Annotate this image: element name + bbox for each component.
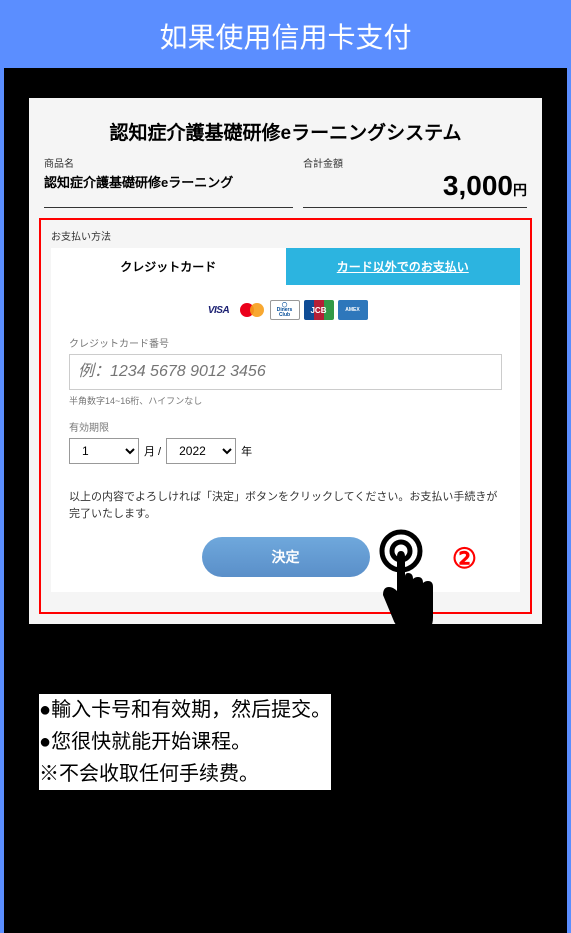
expiry-section: 有効期限 1 月 / 2022 年 bbox=[69, 419, 502, 464]
card-number-input[interactable] bbox=[69, 354, 502, 390]
summary-row: 商品名 認知症介護基礎研修eラーニング 合計金額 3,000円 bbox=[39, 155, 532, 208]
instruction-line-3: ※不会收取任何手续费。 bbox=[39, 758, 331, 790]
instruction-line-1: ●輸入卡号和有效期，然后提交。 bbox=[39, 694, 331, 726]
amex-icon: AMEX bbox=[338, 300, 368, 320]
instruction-text: ●輸入卡号和有效期，然后提交。 ●您很快就能开始课程。 ※不会收取任何手续费。 bbox=[39, 694, 331, 790]
card-number-label: クレジットカード番号 bbox=[69, 335, 502, 350]
confirm-instruction: 以上の内容でよろしければ「決定」ボタンをクリックしてください。お支払い手続きが完… bbox=[69, 489, 502, 522]
step-number-badge: ② bbox=[452, 542, 477, 575]
product-label: 商品名 bbox=[44, 155, 293, 170]
total-price: 3,000円 bbox=[303, 170, 527, 202]
tab-other-payment[interactable]: カード以外でのお支払い bbox=[286, 248, 521, 285]
product-column: 商品名 認知症介護基礎研修eラーニング bbox=[44, 155, 293, 208]
expiry-month-select[interactable]: 1 bbox=[69, 438, 139, 464]
expiry-year-select[interactable]: 2022 bbox=[166, 438, 236, 464]
month-suffix: 月 / bbox=[144, 443, 161, 459]
card-brand-logos: VISA ◯Diners Club JCB AMEX bbox=[69, 300, 502, 320]
payment-method-box: お支払い方法 クレジットカード カード以外でのお支払い VISA ◯Diners… bbox=[39, 218, 532, 614]
payment-screenshot: 認知症介護基礎研修eラーニングシステム 商品名 認知症介護基礎研修eラーニング … bbox=[29, 98, 542, 624]
content-area: 認知症介護基礎研修eラーニングシステム 商品名 認知症介護基礎研修eラーニング … bbox=[4, 68, 567, 933]
credit-card-form: VISA ◯Diners Club JCB AMEX クレジットカード番号 半角… bbox=[51, 285, 520, 592]
price-unit: 円 bbox=[513, 182, 527, 198]
payment-tabs: クレジットカード カード以外でのお支払い bbox=[51, 248, 520, 285]
mastercard-icon bbox=[238, 301, 266, 319]
total-column: 合計金額 3,000円 bbox=[303, 155, 527, 208]
page-title: 認知症介護基礎研修eラーニングシステム bbox=[39, 108, 532, 155]
diners-icon: ◯Diners Club bbox=[270, 300, 300, 320]
price-number: 3,000 bbox=[443, 170, 513, 201]
tab-credit-card[interactable]: クレジットカード bbox=[51, 248, 286, 285]
payment-method-label: お支払い方法 bbox=[51, 228, 520, 243]
instruction-line-2: ●您很快就能开始课程。 bbox=[39, 726, 331, 758]
total-label: 合計金額 bbox=[303, 155, 527, 170]
submit-button[interactable]: 決定 bbox=[202, 537, 370, 577]
jcb-icon: JCB bbox=[304, 300, 334, 320]
visa-icon: VISA bbox=[204, 300, 234, 320]
submit-row: 決定 ② bbox=[69, 537, 502, 577]
instruction-header: 如果使用信用卡支付 bbox=[4, 4, 567, 68]
card-number-hint: 半角数字14~16桁、ハイフンなし bbox=[69, 394, 502, 407]
expiry-label: 有効期限 bbox=[69, 419, 502, 434]
year-suffix: 年 bbox=[241, 443, 252, 459]
product-value: 認知症介護基礎研修eラーニング bbox=[44, 172, 293, 191]
touch-hand-icon bbox=[379, 529, 439, 639]
